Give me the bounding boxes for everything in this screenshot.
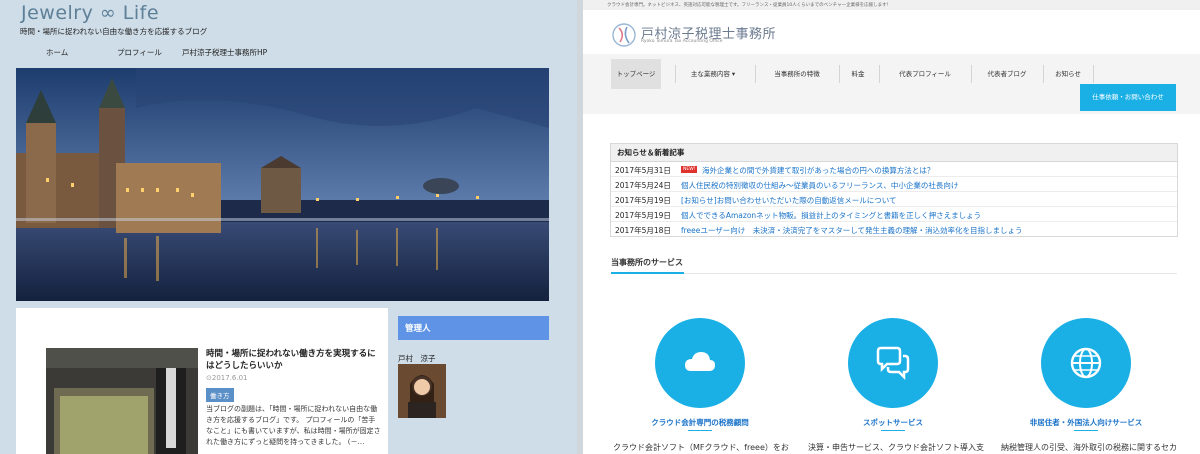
cloud-icon	[685, 352, 715, 371]
admin-avatar	[398, 364, 446, 418]
post-title[interactable]: 時間・場所に捉われない働き方を実現するにはどうしたらいいか	[206, 348, 378, 373]
service-name[interactable]: スポットサービス	[818, 417, 968, 428]
hero-image	[16, 68, 549, 301]
nav-separator	[879, 65, 880, 83]
nav-blog[interactable]: 代表者ブログ	[975, 59, 1039, 89]
news-link[interactable]: freeeユーザー向け 未決済・決済完了をマスターして発生主義の理解・消込効率化…	[681, 225, 1023, 236]
service-cloud-accounting-circle[interactable]	[655, 318, 745, 408]
service-name[interactable]: クラウド会計専門の税務顧問	[625, 417, 775, 428]
services-heading: 当事務所のサービス	[611, 258, 683, 267]
service-desc: 決算・申告サービス、クラウド会計ソフト導入支	[808, 443, 984, 452]
service-underline	[688, 430, 712, 431]
news-link[interactable]: [お知らせ]お問い合わせいただいた際の自動返信メールについて	[681, 195, 896, 206]
news-row[interactable]: 2017年5月18日 freeeユーザー向け 未決済・決済完了をマスターして発生…	[611, 222, 1177, 237]
news-row[interactable]: 2017年5月24日 個人住民税の特別徴収の仕組み～従業員のいるフリーランス、中…	[611, 177, 1177, 192]
blog-nav: ホーム プロフィール 戸村涼子税理士事務所HP	[0, 44, 577, 62]
blog-sidebar: 管理人 戸村 涼子	[398, 308, 549, 454]
sidebar-admin-heading: 管理人	[398, 316, 549, 340]
blog-window: Jewelry ∞ Life 時間・場所に捉われない自由な働き方を応援するブログ…	[0, 0, 577, 454]
service-underline	[1074, 430, 1098, 431]
news-date: 2017年5月18日	[615, 226, 671, 235]
news-date: 2017年5月31日	[615, 166, 671, 175]
post-card[interactable]: 時間・場所に捉われない働き方を実現するにはどうしたらいいか ⊙2017.6.01…	[16, 308, 388, 454]
blog-nav-profile[interactable]: プロフィール	[117, 47, 162, 58]
nav-separator	[755, 65, 756, 83]
news-link[interactable]: 個人でできるAmazonネット物販。損益計上のタイミングと書籍を正しく押さえまし…	[681, 210, 981, 221]
news-heading: お知らせ＆新着記事	[611, 144, 1177, 162]
service-underline	[881, 430, 905, 431]
news-row[interactable]: 2017年5月19日 個人でできるAmazonネット物販。損益計上のタイミングと…	[611, 207, 1177, 222]
nav-profile[interactable]: 代表プロフィール	[883, 59, 967, 89]
blog-nav-office-hp[interactable]: 戸村涼子税理士事務所HP	[182, 47, 267, 58]
news-date: 2017年5月24日	[615, 181, 671, 190]
nav-separator	[675, 65, 676, 83]
post-category-badge[interactable]: 働き方	[206, 388, 234, 402]
blog-tagline: 時間・場所に捉われない自由な働き方を応援するブログ	[20, 27, 208, 36]
service-name[interactable]: 非居住者・外国法人向けサービス	[1011, 417, 1161, 428]
news-date: 2017年5月19日	[615, 196, 671, 205]
nav-separator	[1043, 65, 1044, 83]
chat-bubbles-icon	[876, 346, 910, 381]
service-desc: クラウド会計ソフト（MFクラウド、freee）をお	[613, 443, 789, 452]
post-date-text: 2017.6.01	[211, 374, 248, 382]
service-spot-circle[interactable]	[848, 318, 938, 408]
services-heading-accent	[611, 272, 684, 274]
news-link[interactable]: 個人住民税の特別徴収の仕組み～従業員のいるフリーランス、中小企業の社長向け	[681, 180, 958, 191]
site-brand[interactable]: 戸村涼子税理士事務所 Ryoko Tomura Tax Accounting O…	[611, 20, 811, 50]
nav-fees[interactable]: 料金	[841, 59, 875, 89]
office-website: クラウド会計専門。ネットビジネス、英語対応可能な税理士です。フリーランス・従業員…	[583, 0, 1200, 454]
globe-icon	[1070, 347, 1102, 379]
services-heading-rule	[611, 273, 1177, 274]
post-excerpt: 当ブログの副題は、「時間・場所に捉われない自由な働き方を応援するブログ」です。 …	[206, 405, 381, 446]
new-badge: NEW!	[681, 166, 698, 173]
nav-features[interactable]: 当事務所の特徴	[759, 59, 835, 89]
brand-subtitle: Ryoko Tomura Tax Accounting Office	[641, 39, 723, 44]
service-desc: 納税管理人の引受、海外取引の税務に関するセカ	[1001, 443, 1177, 452]
news-row[interactable]: 2017年5月31日 NEW! 海外企業との間で外貨建て取引があった場合の円への…	[611, 162, 1177, 177]
brand-logo-icon	[612, 23, 636, 47]
nav-separator	[1093, 65, 1094, 83]
news-link[interactable]: 海外企業との間で外貨建て取引があった場合の円への換算方法とは？	[702, 165, 934, 176]
post-thumbnail[interactable]	[46, 348, 198, 454]
nav-services[interactable]: 主な業務内容 ▾	[679, 59, 747, 89]
nav-separator	[971, 65, 972, 83]
service-nonresident-circle[interactable]	[1041, 318, 1131, 408]
admin-name: 戸村 涼子	[398, 354, 436, 363]
contact-button[interactable]: 仕事依頼・お問い合わせ	[1080, 84, 1176, 111]
top-strip: クラウド会計専門。ネットビジネス、英語対応可能な税理士です。フリーランス・従業員…	[583, 0, 1200, 10]
news-date: 2017年5月19日	[615, 211, 671, 220]
news-box: お知らせ＆新着記事 2017年5月31日 NEW! 海外企業との間で外貨建て取引…	[610, 143, 1178, 237]
blog-logo[interactable]: Jewelry ∞ Life	[21, 2, 159, 24]
blog-nav-home[interactable]: ホーム	[46, 47, 68, 58]
nav-top-page[interactable]: トップページ	[611, 59, 661, 89]
nav-separator	[839, 65, 840, 83]
news-row[interactable]: 2017年5月19日 [お知らせ]お問い合わせいただいた際の自動返信メールについ…	[611, 192, 1177, 207]
post-date: ⊙2017.6.01	[206, 374, 248, 382]
